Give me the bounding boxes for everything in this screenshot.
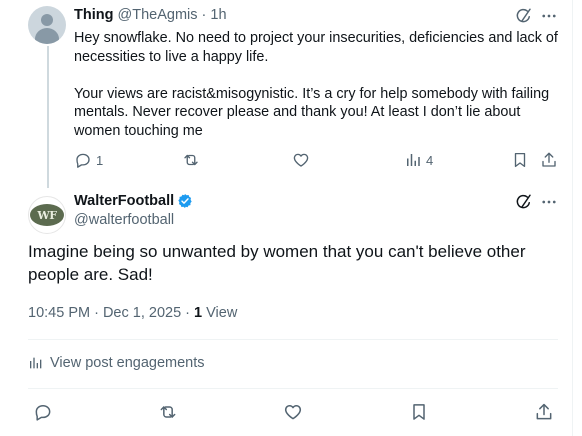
- bookmark-button[interactable]: [409, 402, 429, 427]
- share-button[interactable]: [534, 402, 554, 427]
- views-button[interactable]: 4: [404, 151, 433, 169]
- reply-header: Thing @TheAgmis · 1h: [74, 7, 227, 23]
- bookmark-button[interactable]: [511, 151, 529, 169]
- engagements-label: View post engagements: [50, 355, 205, 371]
- view-engagements-link[interactable]: View post engagements: [28, 355, 205, 371]
- default-avatar-body: [35, 28, 59, 44]
- author-name[interactable]: WalterFootball: [74, 193, 174, 209]
- repost-button[interactable]: [158, 402, 178, 427]
- comment-icon: [76, 153, 90, 168]
- grok-icon[interactable]: [515, 7, 533, 25]
- separator: ·: [201, 7, 207, 23]
- reply-text: Hey snowflake. No need to project your i…: [74, 29, 560, 141]
- reply-action-bar: 1 4: [74, 151, 560, 171]
- views-label: View: [202, 305, 238, 321]
- reply-count: 1: [96, 152, 104, 168]
- divider: [28, 388, 558, 389]
- like-button[interactable]: [283, 402, 303, 427]
- walterfootball-logo: WF: [30, 204, 64, 226]
- bookmark-icon: [514, 152, 526, 168]
- more-icon[interactable]: [540, 193, 558, 211]
- divider: [28, 339, 558, 340]
- heart-icon: [293, 153, 309, 167]
- avatar[interactable]: WF: [28, 196, 66, 234]
- analytics-icon: [407, 154, 420, 166]
- like-button[interactable]: [292, 151, 310, 169]
- more-icon[interactable]: [540, 7, 558, 25]
- post-meta: 10:45 PM · Dec 1, 2025 · 1 View: [28, 305, 237, 321]
- comment-icon: [35, 405, 51, 421]
- analytics-icon: [30, 357, 42, 369]
- repost-icon: [160, 406, 176, 418]
- verified-badge-icon[interactable]: [177, 193, 193, 209]
- author-name-row: WalterFootball: [74, 193, 193, 209]
- reply-paragraph: Hey snowflake. No need to project your i…: [74, 30, 562, 65]
- author-handle[interactable]: @walterfootball: [74, 212, 174, 228]
- repost-icon: [184, 154, 198, 166]
- default-avatar-head: [41, 14, 53, 26]
- grok-icon[interactable]: [515, 193, 533, 211]
- reply-button[interactable]: 1: [74, 151, 103, 169]
- post-action-bar: [0, 402, 582, 422]
- reply-paragraph: Your views are racist&misogynistic. It’s…: [74, 85, 554, 139]
- share-button[interactable]: [540, 151, 558, 169]
- reply-post[interactable]: Thing @TheAgmis · 1h Hey snowflake. No n…: [0, 0, 570, 180]
- post-text: Imagine being so unwanted by women that …: [28, 242, 526, 284]
- author-handle[interactable]: @TheAgmis: [118, 7, 198, 23]
- repost-button[interactable]: [182, 151, 200, 169]
- heart-icon: [284, 405, 302, 420]
- share-icon: [536, 403, 552, 420]
- view-count: 4: [426, 152, 434, 168]
- bookmark-icon: [413, 404, 425, 420]
- share-icon: [542, 152, 556, 167]
- post-time[interactable]: 1h: [210, 7, 226, 23]
- views-count: 1: [194, 305, 203, 321]
- scrollbar-track[interactable]: [572, 0, 582, 436]
- post-timestamp[interactable]: 10:45 PM · Dec 1, 2025 ·: [28, 305, 194, 321]
- reply-button[interactable]: [33, 402, 53, 427]
- author-name[interactable]: Thing: [74, 7, 113, 23]
- avatar[interactable]: [28, 6, 66, 44]
